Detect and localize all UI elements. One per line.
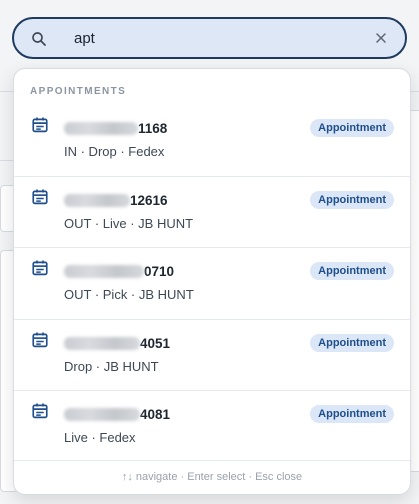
search-input[interactable]	[74, 27, 354, 49]
result-title: 0710	[64, 263, 174, 281]
calendar-icon	[32, 117, 48, 133]
result-title-text: 0710	[144, 264, 175, 279]
redacted-id	[64, 408, 140, 421]
result-subtitle: Live · Fedex	[64, 430, 136, 445]
result-title: 12616	[64, 192, 168, 210]
type-badge: Appointment	[310, 334, 394, 352]
type-badge: Appointment	[310, 262, 394, 280]
result-item-appointment[interactable]: 12616 OUT · Live · JB HUNT Appointment	[14, 176, 410, 248]
redacted-id	[64, 337, 140, 350]
result-subtitle: OUT · Live · JB HUNT	[64, 216, 194, 231]
result-title-text: 1168	[138, 121, 168, 136]
calendar-icon	[32, 332, 48, 348]
result-title: 4051	[64, 335, 170, 353]
result-subtitle: OUT · Pick · JB HUNT	[64, 287, 194, 302]
search-icon	[32, 32, 46, 46]
close-icon[interactable]	[373, 30, 389, 46]
type-badge: Appointment	[310, 405, 394, 423]
global-search-bar[interactable]	[12, 17, 407, 59]
result-subtitle: IN · Drop · Fedex	[64, 144, 165, 159]
search-results-dropdown: APPOINTMENTS 1168 IN · Drop · Fedex Appo…	[13, 68, 411, 495]
redacted-id	[64, 122, 138, 135]
result-item-appointment[interactable]: 0710 OUT · Pick · JB HUNT Appointment	[14, 247, 410, 319]
calendar-icon	[32, 260, 48, 276]
section-header-appointments: APPOINTMENTS	[30, 86, 127, 97]
result-title-text: 12616	[130, 193, 168, 208]
result-title-text: 4081	[140, 407, 171, 422]
result-subtitle: Drop · JB HUNT	[64, 359, 159, 374]
result-item-appointment[interactable]: 4051 Drop · JB HUNT Appointment	[14, 319, 410, 391]
keyboard-hint-footer: ↑↓ navigate · Enter select · Esc close	[14, 460, 410, 494]
result-title-text: 4051	[140, 336, 171, 351]
redacted-id	[64, 194, 130, 207]
calendar-icon	[32, 403, 48, 419]
result-title: 1168	[64, 120, 167, 138]
calendar-icon	[32, 189, 48, 205]
result-item-appointment[interactable]: 1168 IN · Drop · Fedex Appointment	[14, 105, 410, 177]
type-badge: Appointment	[310, 191, 394, 209]
redacted-id	[64, 265, 144, 278]
result-title: 4081	[64, 406, 170, 424]
type-badge: Appointment	[310, 119, 394, 137]
result-item-appointment[interactable]: 4081 Live · Fedex Appointment	[14, 390, 410, 462]
